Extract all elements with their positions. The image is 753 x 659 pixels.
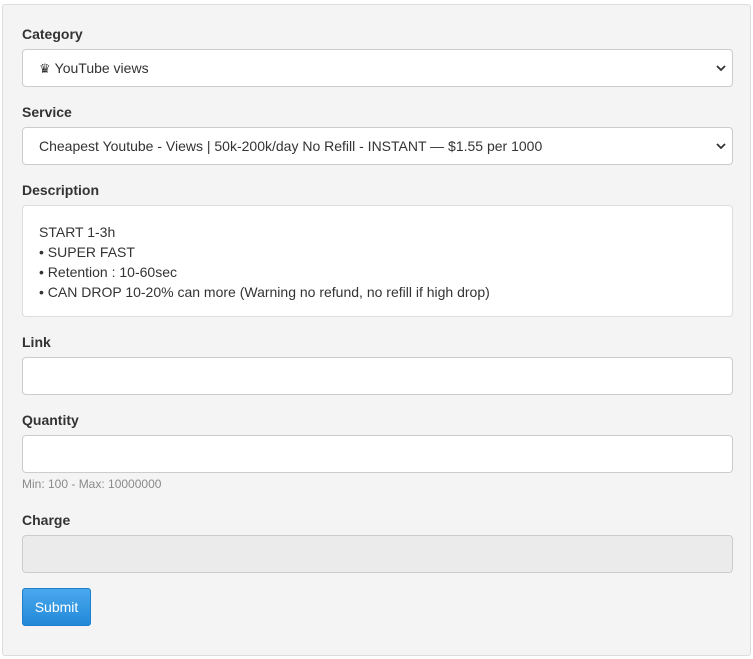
description-line: • SUPER FAST — [39, 244, 135, 260]
description-box: START 1-3h • SUPER FAST • Retention : 10… — [22, 205, 733, 317]
description-label: Description — [22, 182, 100, 198]
chevron-down-icon — [716, 143, 726, 150]
quantity-input[interactable] — [22, 435, 733, 473]
quantity-label: Quantity — [22, 412, 79, 428]
quantity-group: Quantity Min: 100 - Max: 10000000 — [22, 411, 733, 491]
category-label: Category — [22, 26, 83, 42]
category-select[interactable]: ♛ YouTube views — [22, 49, 733, 87]
new-order-panel: Category ♛ YouTube views Service Cheapest… — [2, 4, 751, 656]
chevron-down-icon — [716, 65, 726, 72]
service-select[interactable]: Cheapest Youtube - Views | 50k-200k/day … — [22, 127, 733, 165]
category-selected-label: YouTube views — [54, 60, 149, 76]
link-group: Link — [22, 333, 733, 395]
description-line: • Retention : 10-60sec — [39, 264, 177, 280]
description-group: Description START 1-3h • SUPER FAST • Re… — [22, 181, 733, 317]
service-group: Service Cheapest Youtube - Views | 50k-2… — [22, 103, 733, 165]
quantity-help-text: Min: 100 - Max: 10000000 — [22, 477, 162, 491]
service-label: Service — [22, 104, 72, 120]
category-group: Category ♛ YouTube views — [22, 25, 733, 87]
description-line: • CAN DROP 10-20% can more (Warning no r… — [39, 284, 490, 300]
submit-button[interactable]: Submit — [22, 588, 91, 626]
charge-field — [22, 535, 733, 573]
charge-group: Charge — [22, 511, 733, 573]
link-label: Link — [22, 334, 51, 350]
description-line: START 1-3h — [39, 224, 116, 240]
charge-label: Charge — [22, 512, 71, 528]
link-input[interactable] — [22, 357, 733, 395]
crown-icon: ♛ — [39, 61, 51, 76]
service-selected-label: Cheapest Youtube - Views | 50k-200k/day … — [39, 138, 543, 154]
category-selected: ♛ YouTube views — [39, 50, 149, 87]
